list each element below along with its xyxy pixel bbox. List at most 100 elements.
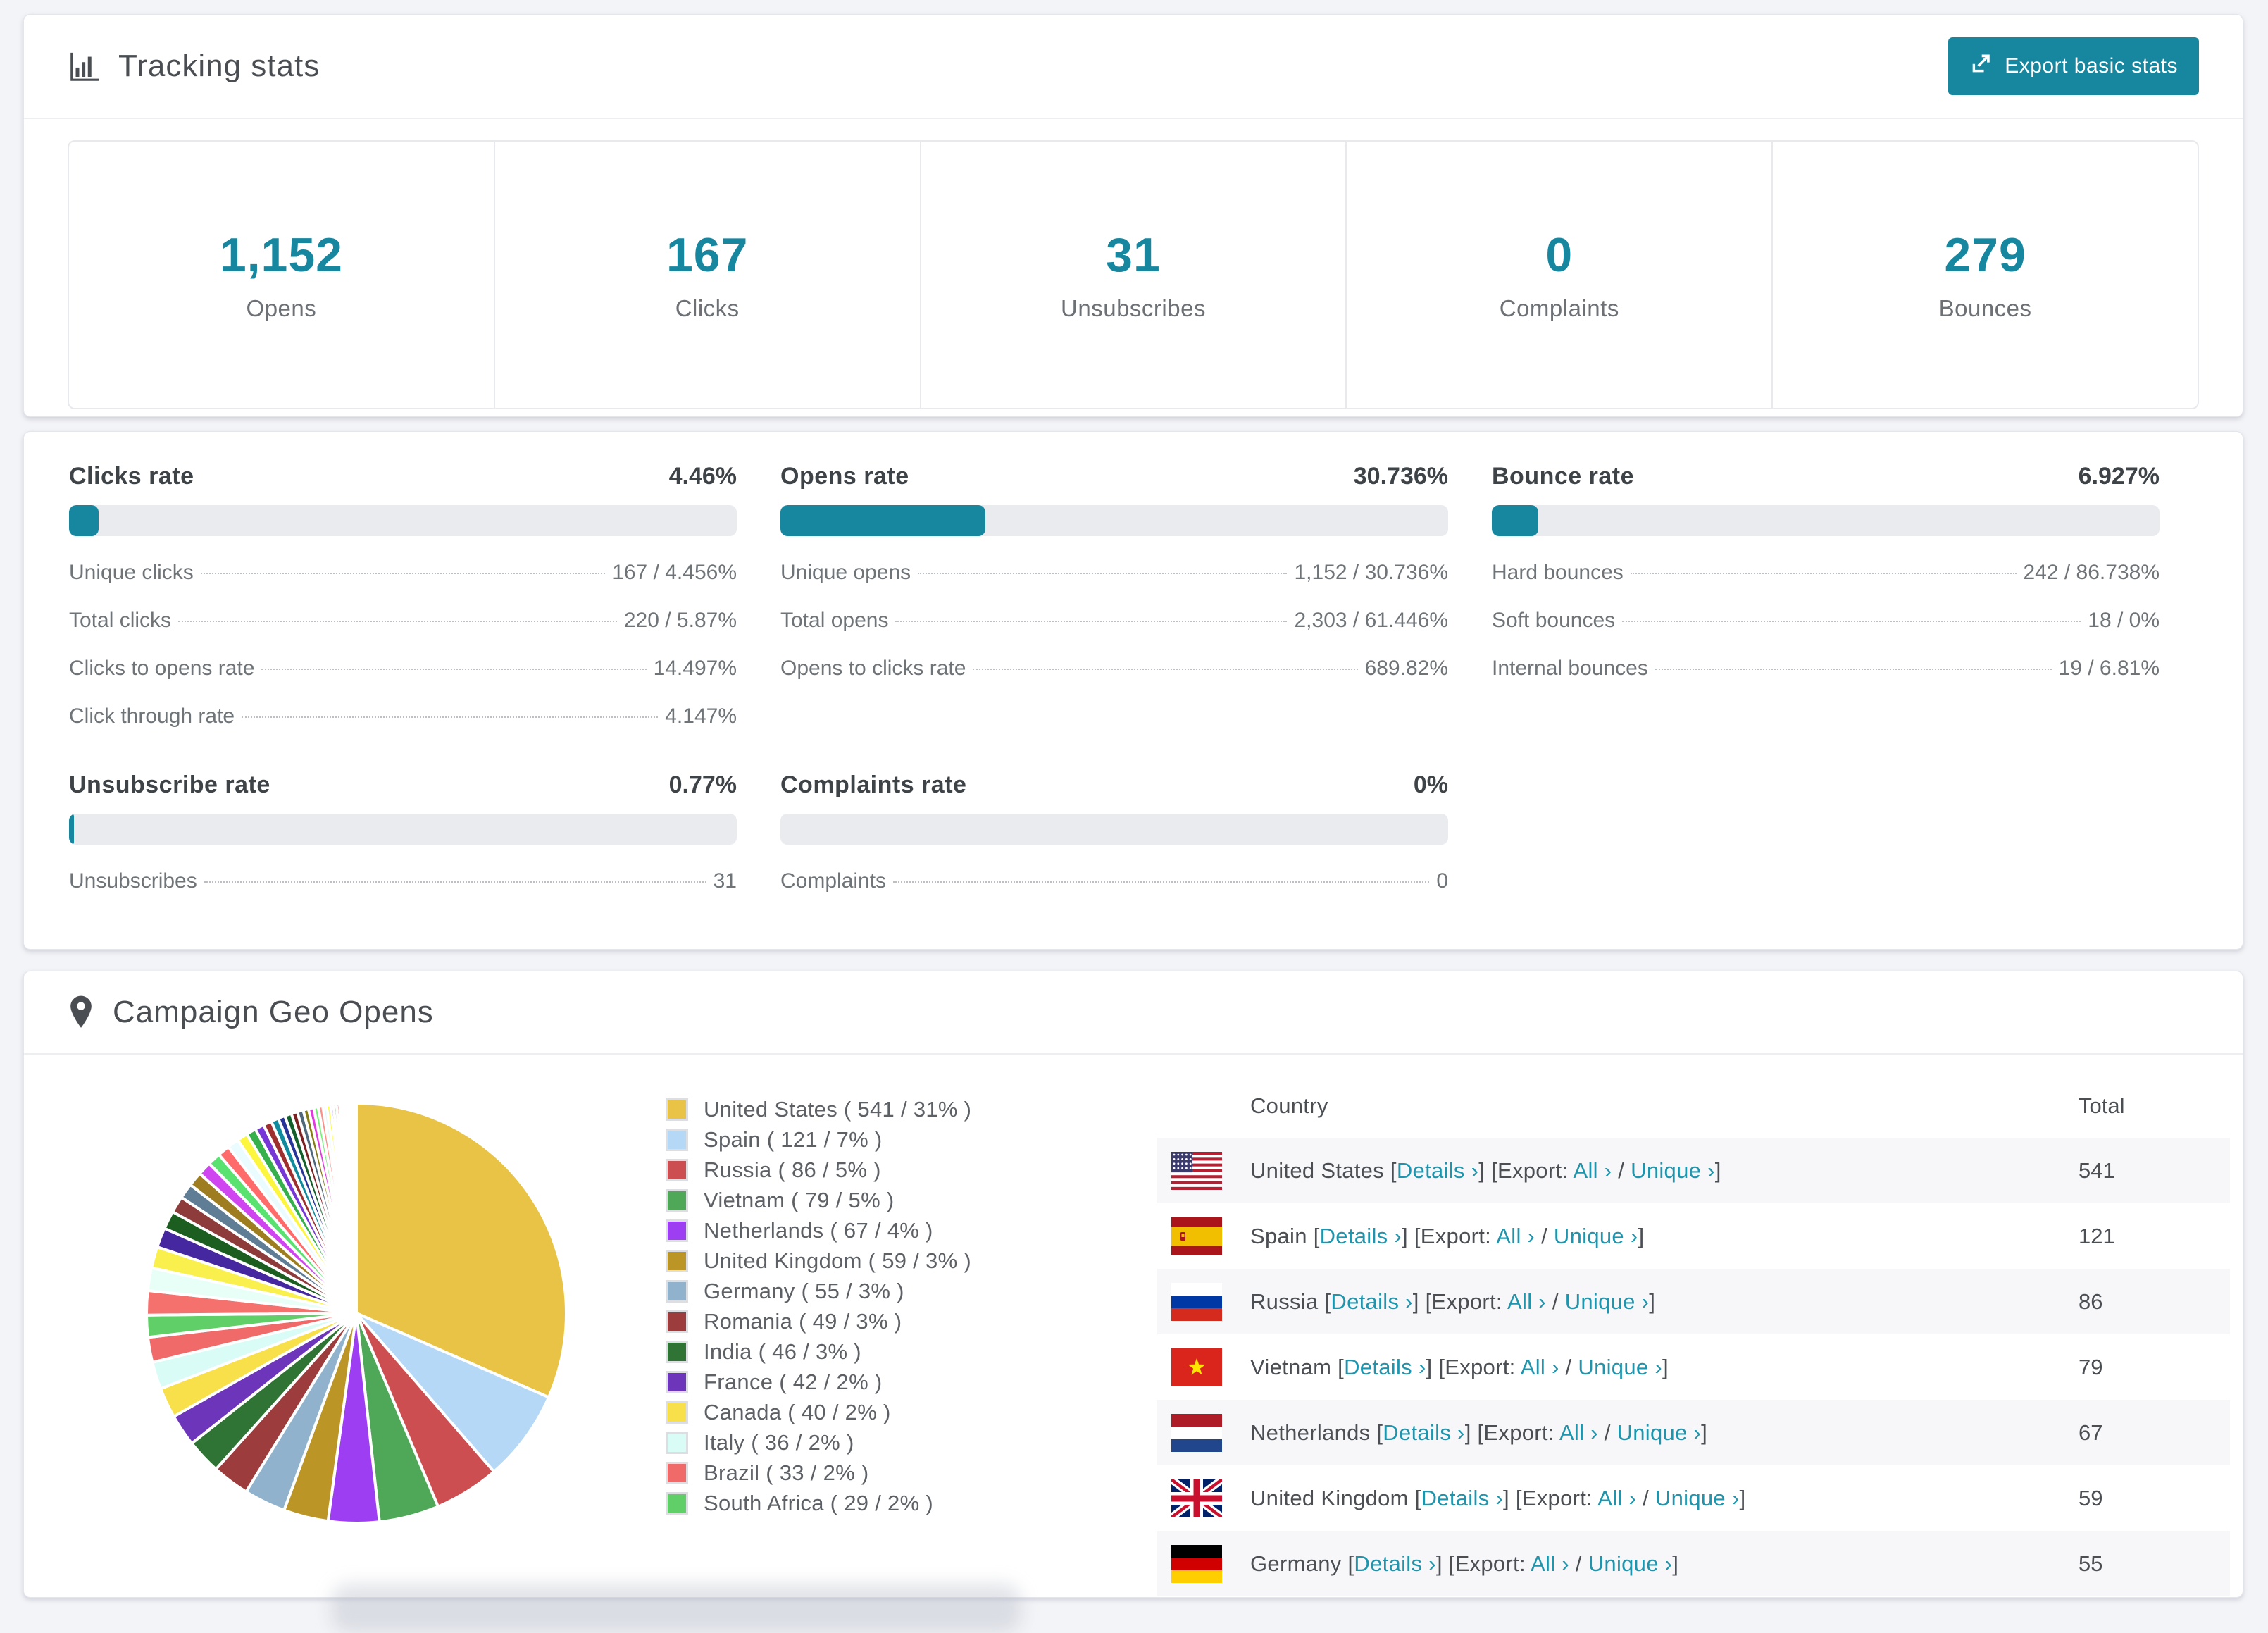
progress-fill [780, 505, 986, 536]
rate-rows: Hard bounces 242 / 86.738% Soft bounces 18 … [1492, 549, 2160, 693]
export-unique-link-germany[interactable]: Unique › [1588, 1551, 1673, 1576]
section-unsubscribe-rate: Unsubscribe rate 0.77% Unsubscribes 31 [69, 771, 737, 905]
legend-item-germany: Germany ( 55 / 3% ) [666, 1276, 971, 1306]
legend-swatch [666, 1219, 688, 1242]
rate-row: Unsubscribes 31 [69, 857, 737, 905]
rate-head: Complaints rate 0% [780, 771, 1448, 804]
legend-swatch [666, 1340, 688, 1363]
dotted-leader [1622, 621, 2081, 622]
rate-row-value: 18 / 0% [2088, 609, 2160, 632]
table-row-germany: Germany [Details ›] [Export: All › / Uni… [1157, 1531, 2230, 1596]
export-all-link-united-kingdom[interactable]: All › [1597, 1486, 1636, 1510]
legend-swatch [666, 1370, 688, 1393]
legend-swatch [666, 1188, 688, 1212]
legend-item-india: India ( 46 / 3% ) [666, 1336, 971, 1367]
legend-swatch [666, 1249, 688, 1272]
rate-head: Opens rate 30.736% [780, 463, 1448, 495]
country-cell: Netherlands [Details ›] [Export: All › /… [1250, 1420, 1708, 1445]
rate-headline-value: 0.77% [668, 771, 737, 798]
export-unique-link-netherlands[interactable]: Unique › [1617, 1420, 1702, 1445]
export-unique-link-united-kingdom[interactable]: Unique › [1655, 1486, 1740, 1510]
details-link-united-kingdom[interactable]: Details › [1421, 1486, 1503, 1510]
legend-swatch [666, 1491, 688, 1515]
rate-headline-value: 6.927% [2078, 463, 2160, 490]
export-all-link-united-states[interactable]: All › [1574, 1158, 1612, 1183]
legend-item-united-states: United States ( 541 / 31% ) [666, 1094, 971, 1124]
geo-country-table: Country Total United States [Details ›] [E… [1157, 1074, 2230, 1596]
rate-row-label: Unique opens [780, 561, 911, 584]
stat-box-opens: 1,152 Opens [69, 142, 495, 408]
rate-row: Click through rate 4.147% [69, 693, 737, 740]
section-bounce-rate: Bounce rate 6.927% Hard bounces 242 / 86.73… [1492, 463, 2160, 740]
flag-es-icon [1171, 1217, 1250, 1255]
dotted-leader [204, 881, 706, 883]
rate-row-value: 14.497% [653, 657, 737, 680]
export-all-link-russia[interactable]: All › [1507, 1289, 1546, 1314]
dotted-leader [200, 573, 606, 574]
rate-row-label: Clicks to opens rate [69, 657, 255, 680]
details-link-germany[interactable]: Details › [1354, 1551, 1435, 1576]
rate-row: Complaints 0 [780, 857, 1448, 905]
export-all-link-vietnam[interactable]: All › [1521, 1355, 1559, 1379]
rate-headline-value: 30.736% [1353, 463, 1448, 490]
rate-row-value: 0 [1436, 869, 1448, 893]
export-unique-link-united-states[interactable]: Unique › [1631, 1158, 1715, 1183]
export-all-link-netherlands[interactable]: All › [1559, 1420, 1598, 1445]
campaign-geo-opens-card: Campaign Geo Opens United States ( 541 /… [23, 971, 2243, 1598]
rate-row-label: Complaints [780, 869, 887, 893]
total-cell: 79 [2079, 1354, 2103, 1379]
legend-item-france: France ( 42 / 2% ) [666, 1367, 971, 1397]
total-cell: 55 [2079, 1551, 2103, 1576]
rate-headline-value: 0% [1413, 771, 1448, 798]
stat-box-bounces: 279 Bounces [1773, 142, 2198, 408]
rate-title: Opens rate [780, 463, 909, 490]
rate-head: Clicks rate 4.46% [69, 463, 737, 495]
rate-head: Bounce rate 6.927% [1492, 463, 2160, 495]
legend-item-canada: Canada ( 40 / 2% ) [666, 1397, 971, 1427]
flag-vn-icon [1171, 1348, 1250, 1386]
export-all-link-germany[interactable]: All › [1531, 1551, 1569, 1576]
details-link-russia[interactable]: Details › [1331, 1289, 1412, 1314]
rate-row-value: 4.147% [665, 704, 737, 728]
stat-box-clicks: 167 Clicks [495, 142, 921, 408]
rate-row-value: 31 [713, 869, 737, 893]
table-row-spain: Spain [Details ›] [Export: All › / Uniqu… [1157, 1203, 2230, 1269]
export-basic-stats-button[interactable]: Export basic stats [1948, 37, 2199, 95]
export-unique-link-spain[interactable]: Unique › [1554, 1224, 1638, 1248]
legend-label: Canada ( 40 / 2% ) [704, 1399, 891, 1424]
stat-box-complaints: 0 Complaints [1347, 142, 1774, 408]
details-link-spain[interactable]: Details › [1320, 1224, 1402, 1248]
rate-row: Clicks to opens rate 14.497% [69, 645, 737, 693]
flag-de-icon [1171, 1544, 1250, 1583]
rate-row-value: 220 / 5.87% [623, 609, 737, 632]
rate-row-value: 242 / 86.738% [2023, 561, 2160, 584]
progress-fill [69, 814, 75, 845]
section-clicks-rate: Clicks rate 4.46% Unique clicks 167 / 4.456… [69, 463, 737, 740]
stat-label: Unsubscribes [1061, 295, 1206, 321]
stat-label: Complaints [1499, 295, 1619, 321]
country-cell: United States [Details ›] [Export: All ›… [1250, 1157, 1721, 1183]
geo-opens-pie-chart[interactable] [138, 1095, 575, 1532]
details-link-united-states[interactable]: Details › [1397, 1158, 1478, 1183]
legend-label: Netherlands ( 67 / 4% ) [704, 1217, 933, 1243]
legend-item-netherlands: Netherlands ( 67 / 4% ) [666, 1215, 971, 1246]
rate-row-label: Total clicks [69, 609, 172, 632]
export-unique-link-vietnam[interactable]: Unique › [1578, 1355, 1662, 1379]
rate-row: Total clicks 220 / 5.87% [69, 597, 737, 645]
rate-row-label: Total opens [780, 609, 889, 632]
geo-header: Campaign Geo Opens [24, 971, 2243, 1055]
export-icon [1969, 51, 1993, 81]
progress-fill [1492, 505, 1538, 536]
details-link-netherlands[interactable]: Details › [1383, 1420, 1464, 1445]
legend-item-spain: Spain ( 121 / 7% ) [666, 1124, 971, 1155]
stat-value: 31 [1106, 228, 1161, 282]
legend-label: Russia ( 86 / 5% ) [704, 1157, 881, 1182]
dotted-leader [242, 716, 659, 718]
dotted-leader [1655, 669, 2052, 670]
progress-track [1492, 505, 2160, 536]
progress-track [69, 505, 737, 536]
export-all-link-spain[interactable]: All › [1496, 1224, 1535, 1248]
export-unique-link-russia[interactable]: Unique › [1565, 1289, 1650, 1314]
details-link-vietnam[interactable]: Details › [1344, 1355, 1426, 1379]
table-row-united-kingdom: United Kingdom [Details ›] [Export: All … [1157, 1465, 2230, 1531]
